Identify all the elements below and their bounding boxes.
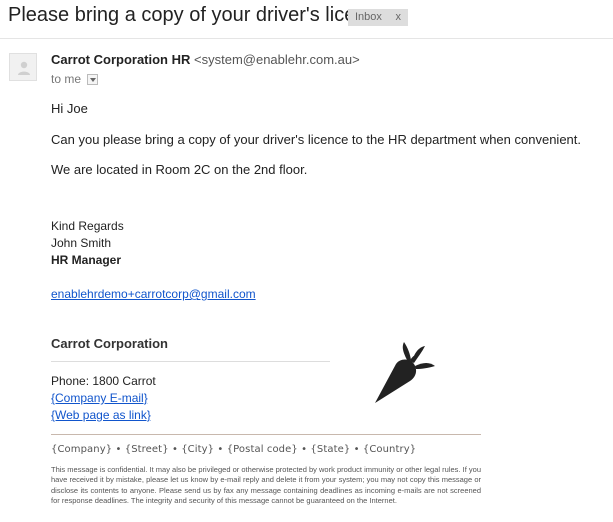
- remove-label-button[interactable]: x: [396, 9, 402, 26]
- greeting: Hi Joe: [51, 101, 88, 116]
- sender: Carrot Corporation HR <system@enablehr.c…: [51, 52, 360, 67]
- inbox-label-text: Inbox: [355, 11, 382, 23]
- body-paragraph: We are located in Room 2C on the 2nd flo…: [51, 162, 308, 177]
- sender-avatar[interactable]: [9, 53, 37, 81]
- sender-name[interactable]: Carrot Corporation HR: [51, 52, 190, 67]
- company-name: Carrot Corporation: [51, 336, 168, 351]
- recipient: to me: [51, 72, 99, 86]
- sender-email: <system@enablehr.com.au>: [194, 52, 360, 67]
- disclaimer: This message is confidential. It may als…: [51, 465, 481, 506]
- recipient-text: to me: [51, 72, 82, 86]
- header-divider: [0, 38, 613, 39]
- person-icon: [18, 61, 30, 75]
- email-subject: Please bring a copy of your driver's lic…: [8, 4, 388, 26]
- carrot-icon: [375, 342, 435, 403]
- sig-email-link[interactable]: enablehrdemo+carrotcorp@gmail.com: [51, 287, 256, 301]
- sig-closing: Kind Regards: [51, 219, 124, 233]
- company-phone: Phone: 1800 Carrot: [51, 374, 156, 388]
- footer-divider: [51, 434, 481, 435]
- company-webpage-link[interactable]: {Web page as link}: [51, 408, 151, 422]
- body-paragraph: Can you please bring a copy of your driv…: [51, 132, 581, 147]
- subject-bar: Please bring a copy of your driver's lic…: [0, 0, 613, 36]
- sig-title: HR Manager: [51, 253, 122, 267]
- chevron-down-icon[interactable]: [87, 74, 99, 85]
- address-placeholders: {Company} • {Street} • {City} • {Postal …: [51, 444, 417, 455]
- inbox-label[interactable]: Inbox x: [348, 9, 408, 26]
- company-email-link[interactable]: {Company E-mail}: [51, 391, 148, 405]
- sig-name: John Smith: [51, 236, 112, 250]
- company-divider: [51, 361, 330, 362]
